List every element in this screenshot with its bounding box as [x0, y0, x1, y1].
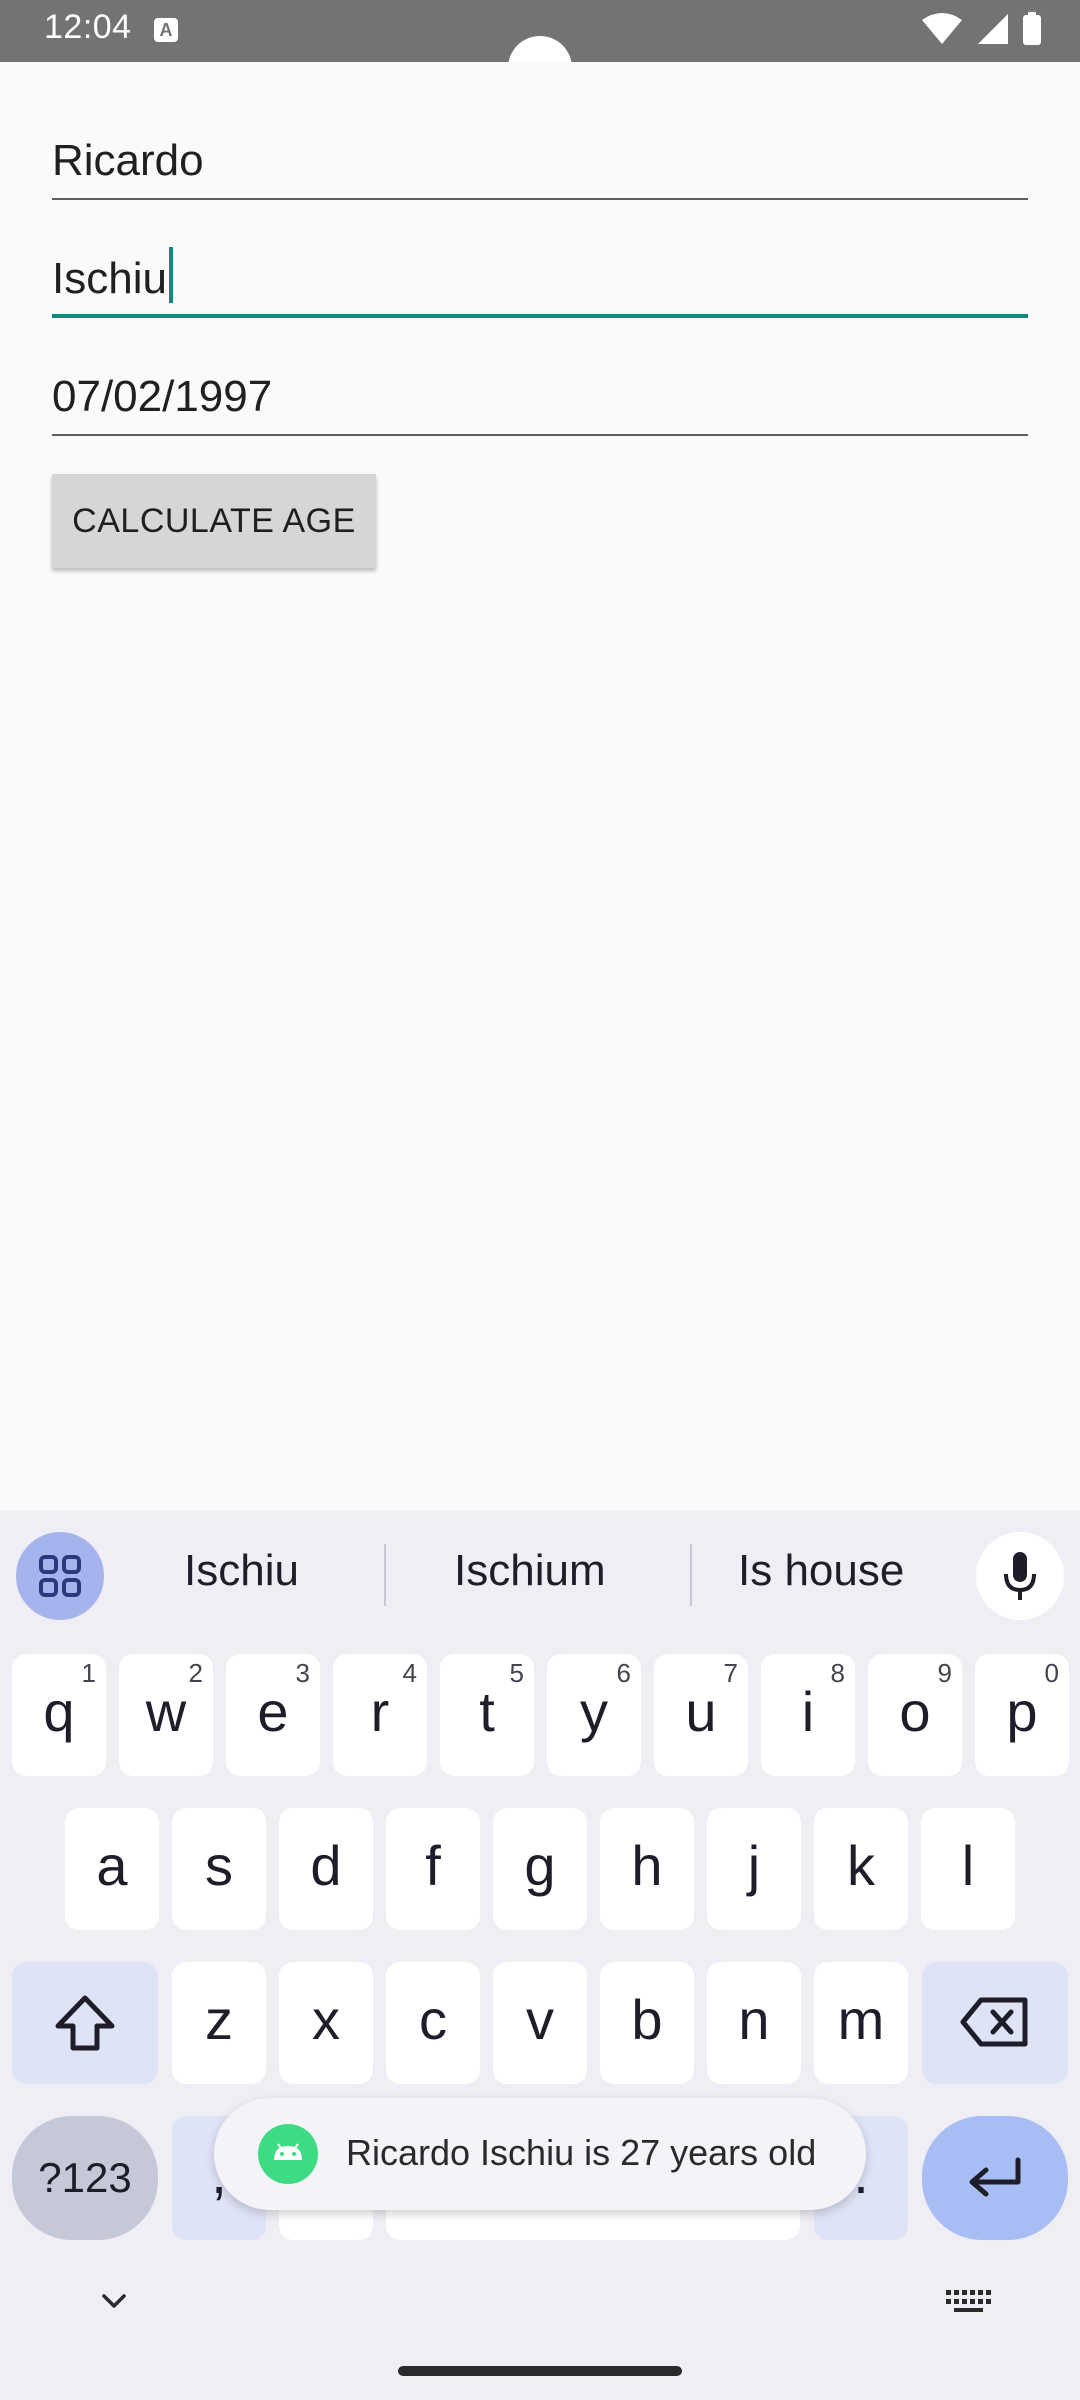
key-label: q [43, 1680, 75, 1743]
shift-key[interactable] [12, 1962, 158, 2084]
hide-keyboard-icon[interactable] [94, 2288, 134, 2318]
key-h[interactable]: h [600, 1808, 694, 1930]
key-hint: 2 [188, 1658, 203, 1688]
last-name-text: Ischiu [52, 247, 173, 304]
key-hint: 5 [509, 1658, 524, 1688]
backspace-icon [960, 1997, 1028, 2047]
key-w[interactable]: w2 [119, 1654, 213, 1776]
key-hint: 6 [616, 1658, 631, 1688]
suggestion-divider [384, 1544, 386, 1606]
key-label: w [145, 1680, 187, 1743]
soft-keyboard: Ischiu Ischium Is house q1 w2 e3 r4 t5 y… [0, 1510, 1080, 2400]
voice-input-button[interactable] [976, 1532, 1064, 1620]
key-s[interactable]: s [172, 1808, 266, 1930]
home-gesture-bar[interactable] [398, 2366, 682, 2376]
keyboard-switch-icon[interactable] [944, 2286, 992, 2318]
backspace-key[interactable] [922, 1962, 1068, 2084]
key-hint: 8 [830, 1658, 845, 1688]
battery-icon [1023, 12, 1041, 45]
last-name-value: Ischiu [52, 254, 167, 303]
birth-date-underline [52, 434, 1028, 436]
key-z[interactable]: z [172, 1962, 266, 2084]
suggestion-2[interactable]: Ischium [454, 1546, 606, 1596]
enter-icon [969, 2157, 1021, 2197]
keyboard-apps-button[interactable] [16, 1532, 104, 1620]
microphone-icon [1004, 1552, 1036, 1600]
status-time: 12:04 [44, 8, 132, 46]
key-f[interactable]: f [386, 1808, 480, 1930]
suggestion-3[interactable]: Is house [738, 1546, 904, 1596]
text-cursor [168, 247, 173, 303]
toast-text: Ricardo Ischiu is 27 years old [346, 2132, 817, 2173]
key-c[interactable]: c [386, 1962, 480, 2084]
navigation-bar [0, 2270, 1080, 2400]
key-hint: 9 [937, 1658, 952, 1688]
key-hint: 0 [1044, 1658, 1059, 1688]
toast-message: Ricardo Ischiu is 27 years old [214, 2098, 866, 2210]
key-m[interactable]: m [814, 1962, 908, 2084]
key-hint: 3 [295, 1658, 310, 1688]
last-name-underline [52, 314, 1028, 318]
key-v[interactable]: v [493, 1962, 587, 2084]
last-name-field[interactable]: Ischiu [52, 238, 1028, 318]
key-d[interactable]: d [279, 1808, 373, 1930]
key-label: t [479, 1680, 495, 1743]
key-label: o [899, 1680, 931, 1743]
suggestion-bar: Ischiu Ischium Is house [0, 1510, 1080, 1638]
key-x[interactable]: x [279, 1962, 373, 2084]
birth-date-text: 07/02/1997 [52, 372, 273, 421]
key-q[interactable]: q1 [12, 1654, 106, 1776]
first-name-field[interactable]: Ricardo [52, 120, 1028, 200]
birth-date-field[interactable]: 07/02/1997 [52, 356, 1028, 436]
signal-icon [978, 14, 1008, 44]
key-hint: 1 [81, 1658, 96, 1688]
key-a[interactable]: a [65, 1808, 159, 1930]
key-hint: 7 [723, 1658, 738, 1688]
key-hint: 4 [402, 1658, 417, 1688]
calculate-age-button[interactable]: CALCULATE AGE [52, 474, 376, 568]
key-label: p [1006, 1680, 1038, 1743]
key-j[interactable]: j [707, 1808, 801, 1930]
app-content: Ricardo Ischiu 07/02/1997 CALCULATE AGE [0, 62, 1080, 1510]
first-name-text: Ricardo [52, 136, 204, 185]
symbols-key[interactable]: ?123 [12, 2116, 158, 2240]
suggestion-divider [690, 1544, 692, 1606]
key-e[interactable]: e3 [226, 1654, 320, 1776]
first-name-underline [52, 198, 1028, 200]
android-robot-icon [274, 2143, 302, 2160]
key-label: y [580, 1680, 608, 1743]
key-label: e [257, 1680, 289, 1743]
key-b[interactable]: b [600, 1962, 694, 2084]
android-icon [258, 2124, 318, 2184]
grid-icon [39, 1555, 81, 1597]
key-g[interactable]: g [493, 1808, 587, 1930]
enter-key[interactable] [922, 2116, 1068, 2240]
key-p[interactable]: p0 [975, 1654, 1069, 1776]
key-l[interactable]: l [921, 1808, 1015, 1930]
key-u[interactable]: u7 [654, 1654, 748, 1776]
keyboard-notification-icon: A [154, 18, 178, 42]
status-icons [922, 12, 1042, 46]
key-label: r [370, 1680, 390, 1743]
key-label: i [801, 1680, 815, 1743]
key-o[interactable]: o9 [868, 1654, 962, 1776]
key-k[interactable]: k [814, 1808, 908, 1930]
key-y[interactable]: y6 [547, 1654, 641, 1776]
shift-icon [55, 1995, 115, 2051]
key-n[interactable]: n [707, 1962, 801, 2084]
key-r[interactable]: r4 [333, 1654, 427, 1776]
suggestion-1[interactable]: Ischiu [184, 1546, 299, 1596]
key-label: u [685, 1680, 717, 1743]
wifi-icon [922, 13, 962, 44]
key-i[interactable]: i8 [761, 1654, 855, 1776]
key-t[interactable]: t5 [440, 1654, 534, 1776]
